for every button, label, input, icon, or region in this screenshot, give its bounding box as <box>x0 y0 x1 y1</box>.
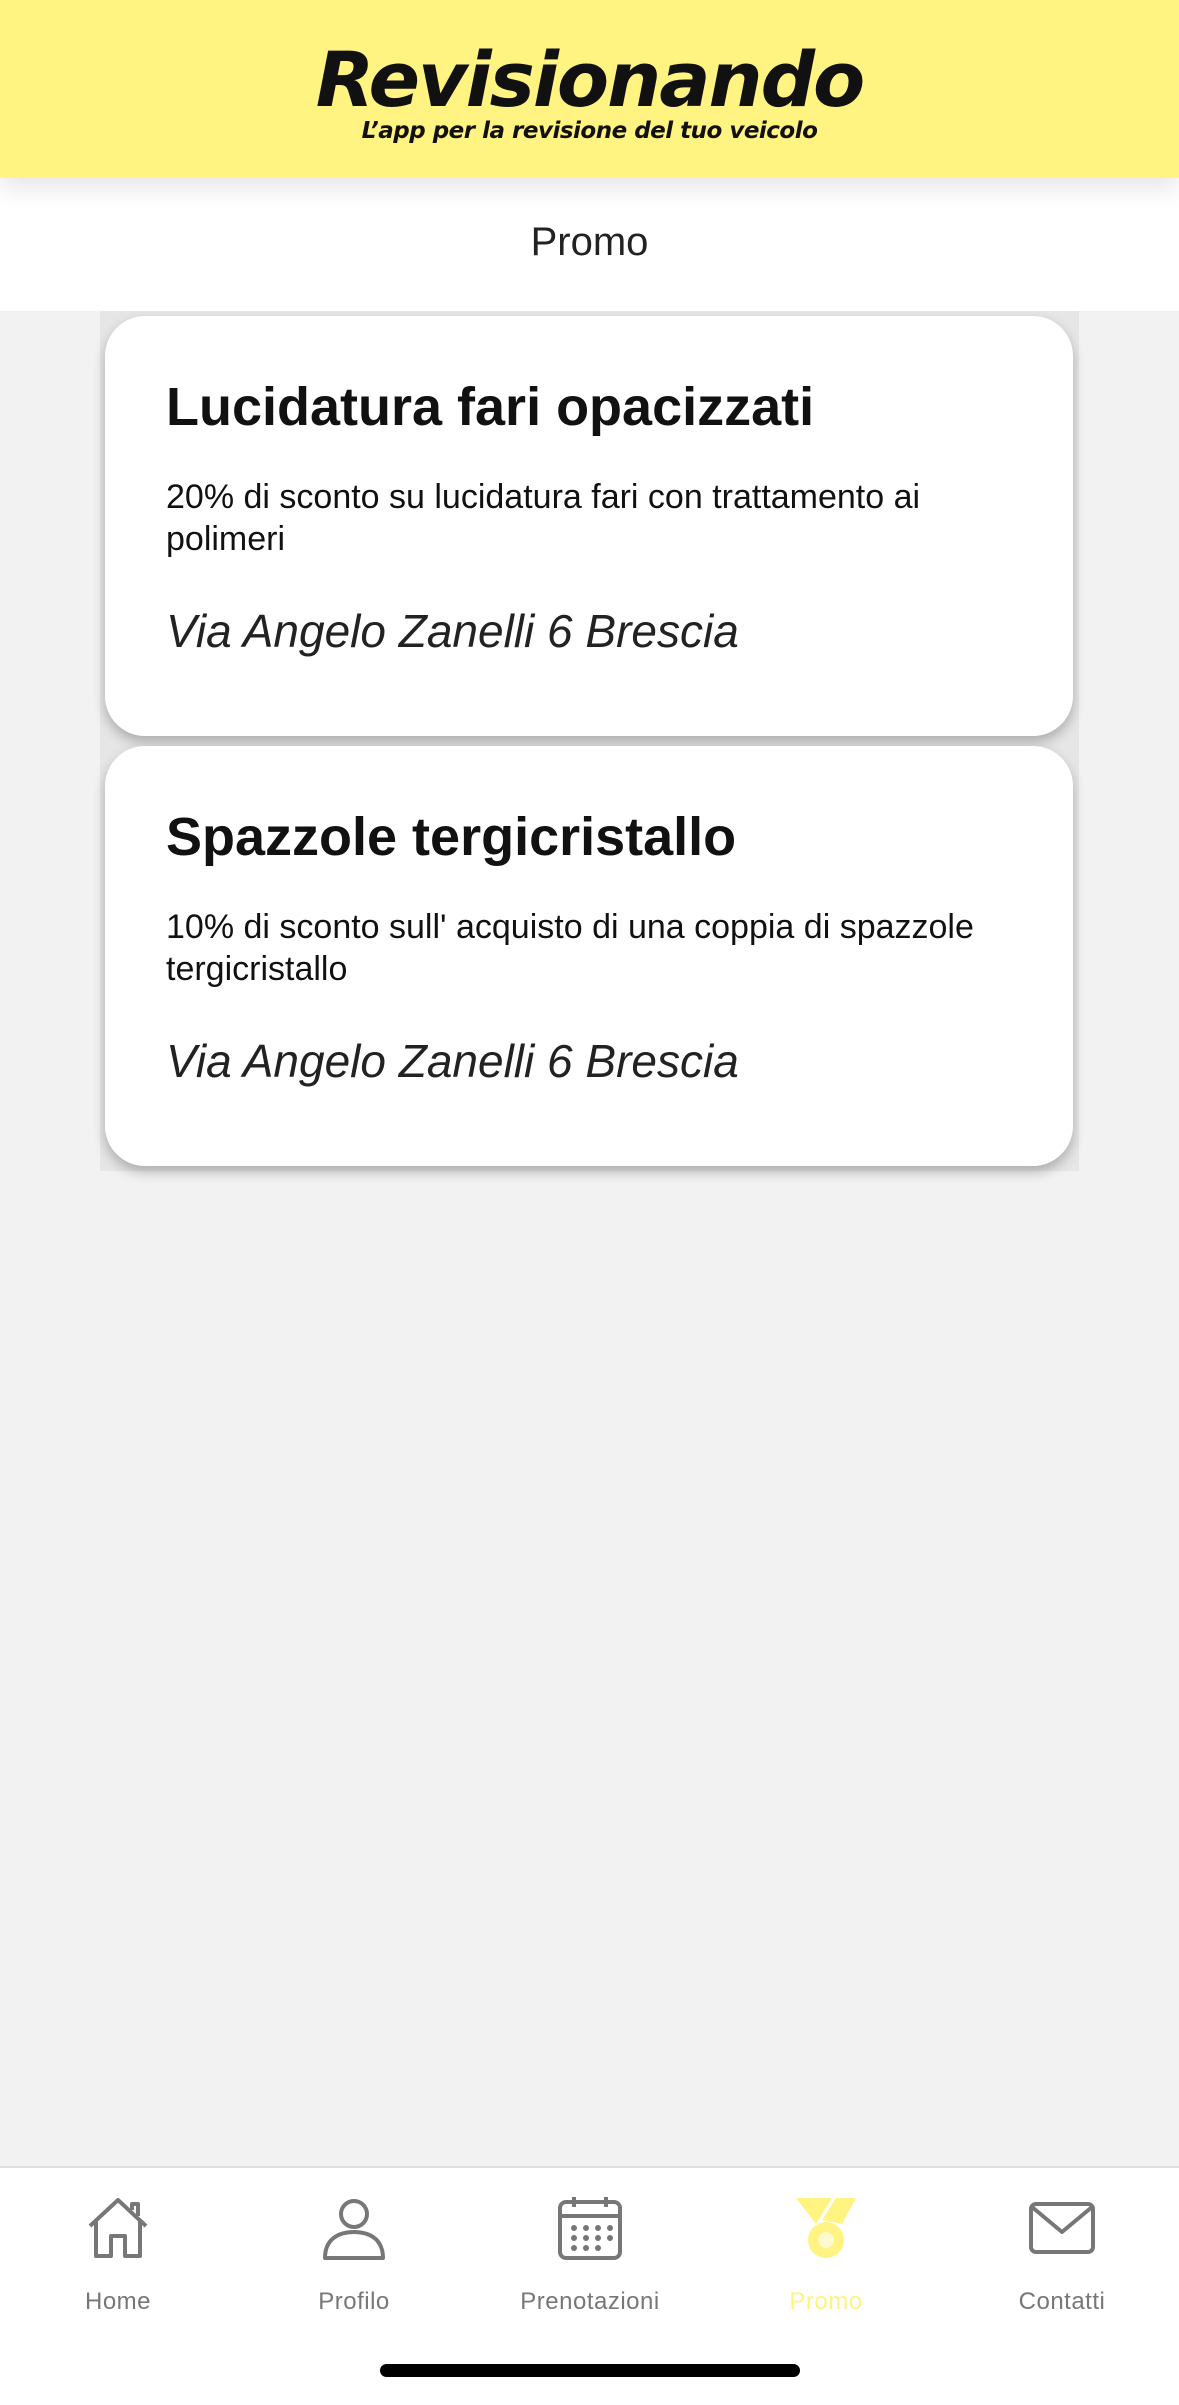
tab-promo-label: Promo <box>789 2288 863 2315</box>
tab-promo[interactable]: Promo <box>708 2168 944 2328</box>
tab-home-label: Home <box>84 2288 152 2315</box>
promo-title: Spazzole tergicristallo <box>166 807 737 867</box>
app-logo-title: Revisionando <box>315 35 865 124</box>
app-logo-tagline: L’app per la revisione del tuo veicolo <box>361 118 818 144</box>
promo-card[interactable]: Spazzole tergicristallo 10% di sconto su… <box>105 746 1073 1166</box>
tab-contatti-label: Contatti <box>1018 2288 1106 2315</box>
promo-description: 10% di sconto sull' acquisto di una copp… <box>166 908 974 988</box>
home-indicator[interactable] <box>380 2364 800 2377</box>
tab-home[interactable]: Home <box>0 2168 236 2328</box>
promo-description: 20% di sconto su lucidatura fari con tra… <box>166 478 921 558</box>
promo-title: Lucidatura fari opacizzati <box>166 377 815 437</box>
home-icon <box>88 2198 148 2258</box>
tab-profilo[interactable]: Profilo <box>236 2168 472 2328</box>
app-banner: Revisionando L’app per la revisione del … <box>0 0 1179 178</box>
calendar-icon <box>558 2197 622 2260</box>
page-title: Promo <box>530 220 649 264</box>
tab-prenotazioni[interactable]: Prenotazioni <box>472 2168 708 2328</box>
promo-badge-icon <box>796 2198 856 2258</box>
mail-icon <box>1029 2202 1095 2254</box>
tab-contatti[interactable]: Contatti <box>944 2168 1179 2328</box>
promo-address: Via Angelo Zanelli 6 Brescia <box>166 1035 739 1087</box>
tab-prenotazioni-label: Prenotazioni <box>520 2288 660 2315</box>
user-icon <box>323 2199 385 2260</box>
promo-address: Via Angelo Zanelli 6 Brescia <box>166 605 739 657</box>
promo-card[interactable]: Lucidatura fari opacizzati 20% di sconto… <box>105 316 1073 736</box>
tab-profilo-label: Profilo <box>318 2288 390 2315</box>
